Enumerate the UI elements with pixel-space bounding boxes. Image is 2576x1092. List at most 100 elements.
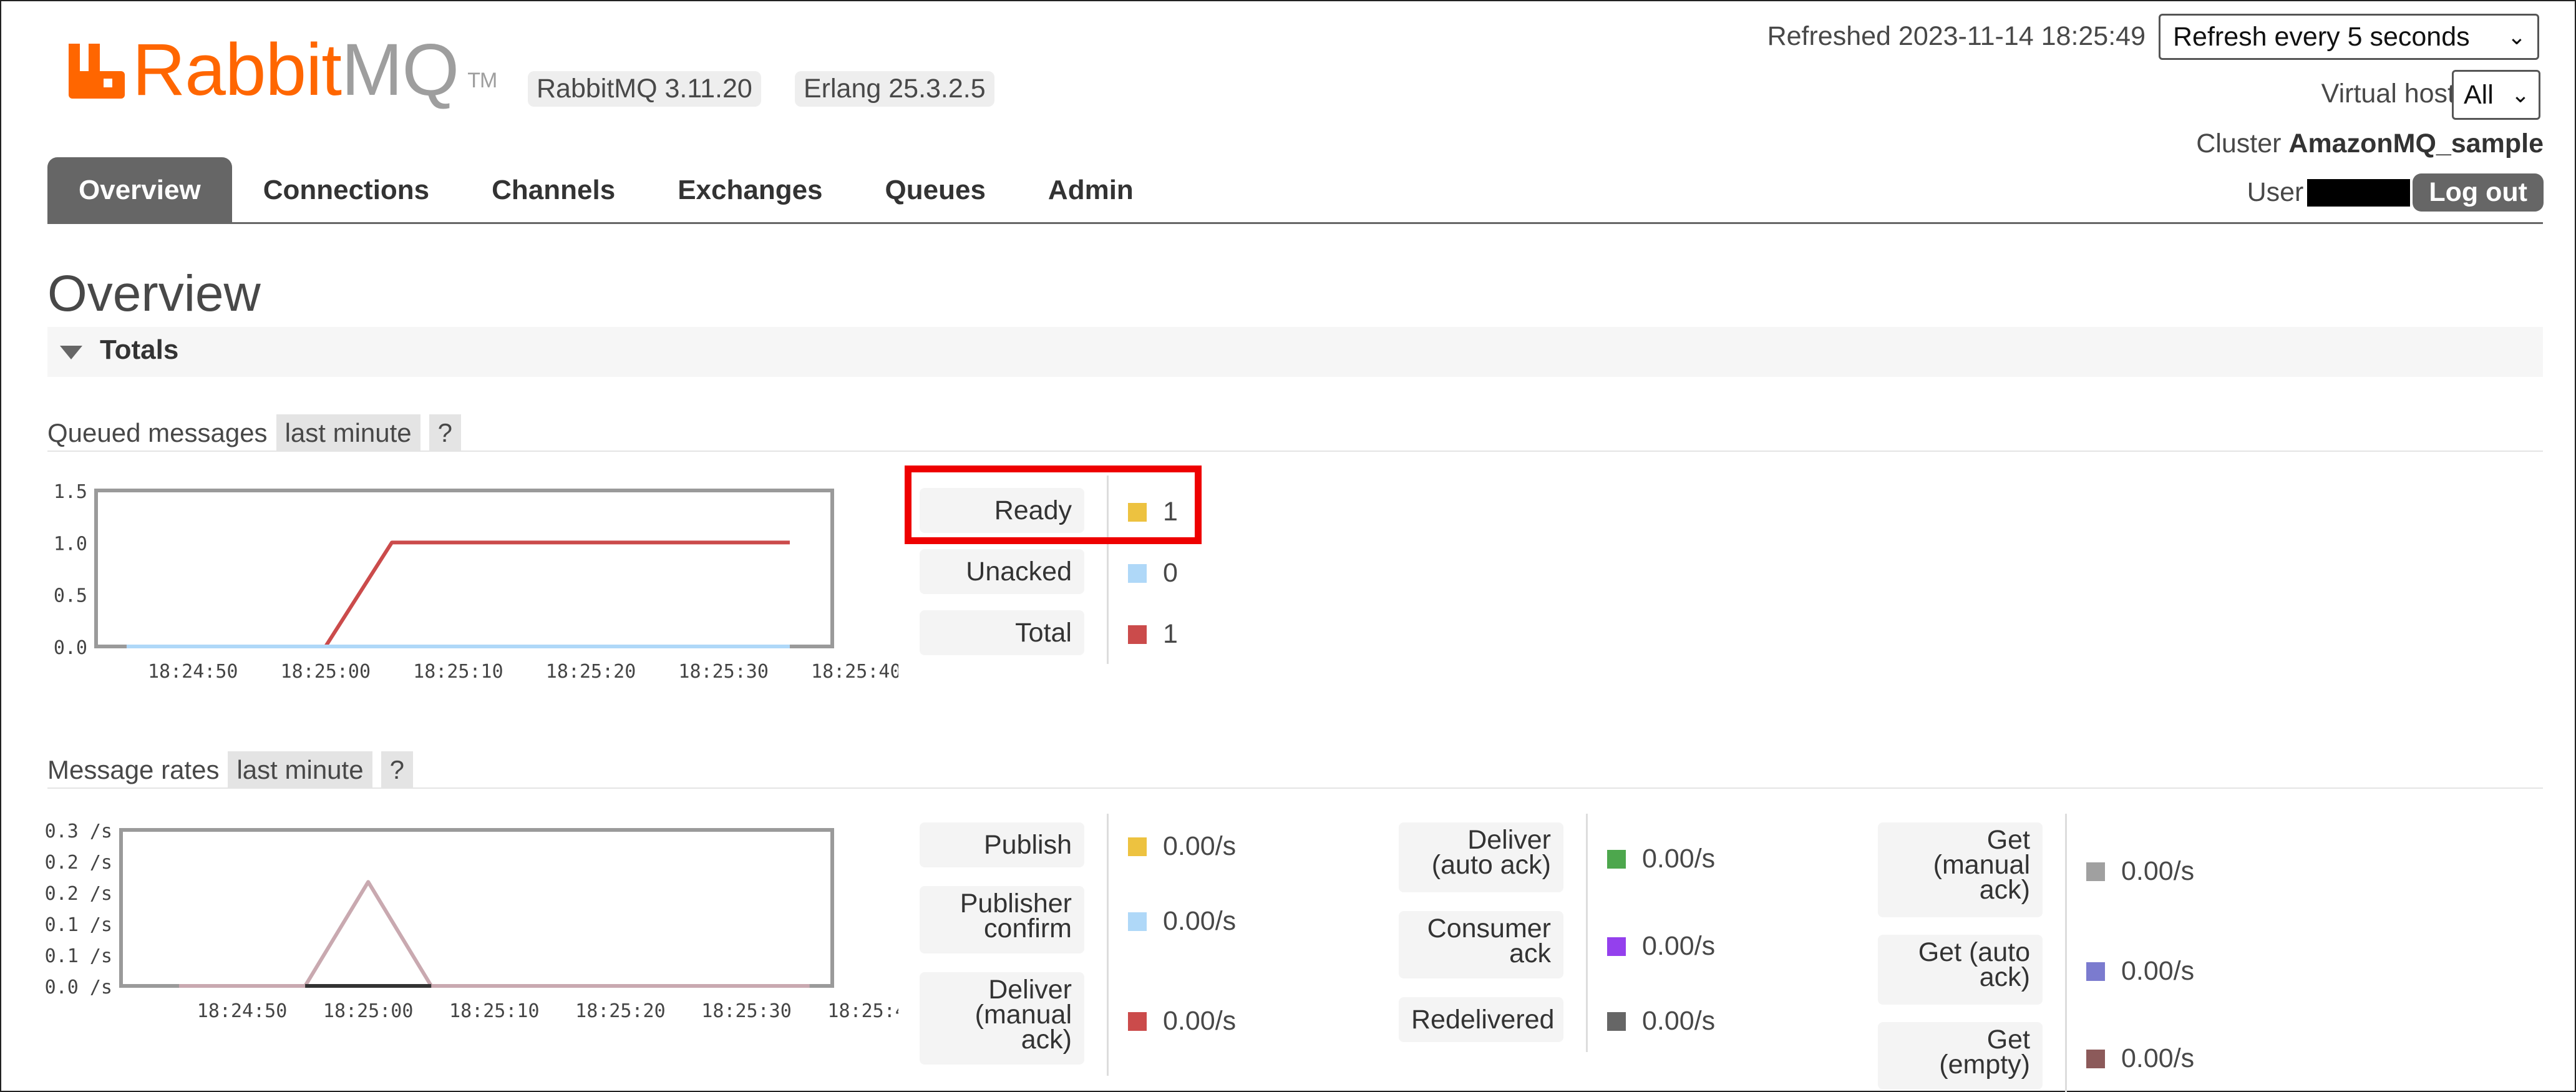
section-divider [47,451,2543,452]
x-tick-label: 18:25:20 [546,661,636,683]
x-tick-label: 18:25:20 [575,1000,666,1022]
queued-messages-label: Queued messages [47,418,268,447]
legend-divider [2065,814,2067,1092]
tab-exchanges[interactable]: Exchanges [646,157,853,223]
rabbitmq-version-badge: RabbitMQ 3.11.20 [528,71,761,107]
cluster-name: AmazonMQ_sample [2288,129,2544,158]
y-tick-label: 0.1 /s [45,914,112,936]
y-tick-label: 0.2 /s [45,883,112,905]
x-tick-label: 18:25:10 [413,661,503,683]
legend-value-redelivered: 0.00/s [1607,1006,1715,1036]
redelivered-swatch [1607,1012,1626,1031]
legend-value-publisher-confirm: 0.00/s [1128,906,1236,937]
redelivered-value: 0.00/s [1642,1006,1716,1036]
virtual-host-label: Virtual host [2321,79,2455,109]
refreshed-timestamp: Refreshed 2023-11-14 18:25:49 [1767,21,2146,51]
legend-label-get-empty: Get (empty) [1878,1022,2043,1090]
x-tick-label: 18:25:30 [678,661,769,683]
legend-label-deliver-auto-ack: Deliver (auto ack) [1399,822,1563,892]
legend-value-total: 1 [1128,619,1178,650]
x-tick-label: 18:24:50 [148,661,238,683]
plot-frame [119,828,834,988]
message-rates-header: Message rates last minute ? [47,751,413,789]
deliver-auto-ack-value: 0.00/s [1642,844,1716,874]
message-rates-chart: 0.3 /s 0.2 /s 0.2 /s 0.1 /s 0.1 /s 0.0 /s 18:2… [37,811,918,1030]
legend-label-total: Total [920,610,1084,655]
legend-value-deliver-auto-ack: 0.00/s [1607,844,1715,874]
y-tick-label: 0.1 /s [45,945,112,967]
tab-admin[interactable]: Admin [1017,157,1165,223]
chevron-down-icon: ⌄ [2510,82,2530,107]
erlang-version-badge: Erlang 25.3.2.5 [795,71,994,107]
y-tick-label: 1.5 [54,481,87,503]
queued-messages-chart: 1.5 1.0 0.5 0.0 18:24:50 18:25:00 18:25:10 18:2… [37,475,902,695]
get-auto-ack-value: 0.00/s [2121,956,2195,986]
totals-label: Totals [100,334,179,365]
x-tick-label: 18:25:00 [281,661,371,683]
x-tick-label: 18:25:30 [701,1000,792,1022]
publish-swatch [1128,837,1147,856]
tab-channels[interactable]: Channels [460,157,646,223]
get-empty-swatch [2086,1049,2105,1068]
consumer-ack-swatch [1607,937,1626,956]
y-tick-label: 0.3 /s [45,821,112,842]
y-tick-label: 0.0 [54,637,87,659]
legend-value-get-manual-ack: 0.00/s [2086,856,2194,887]
queued-messages-chart-svg: 1.5 1.0 0.5 0.0 18:24:50 18:25:00 18:25:10 18:2… [54,481,902,683]
tab-connections[interactable]: Connections [232,157,460,223]
message-rates-label: Message rates [47,755,220,784]
x-tick-label: 18:25:40 [811,661,898,683]
total-value: 1 [1163,619,1178,649]
totals-section-header[interactable] [47,327,2543,377]
x-tick-label: 18:24:50 [197,1000,288,1022]
cluster-label: Cluster [2196,129,2282,158]
legend-divider [1586,814,1588,1052]
x-tick-label: 18:25:00 [323,1000,414,1022]
publish-value: 0.00/s [1163,831,1237,861]
user-info: User Log out [2247,173,2544,212]
user-label: User [2247,177,2304,207]
y-tick-label: 1.0 [54,533,87,555]
virtual-host-value: All [2464,80,2494,110]
nav-divider [47,222,2543,224]
y-tick-label: 0.2 /s [45,852,112,874]
legend-label-get-auto-ack: Get (auto ack) [1878,935,2043,1005]
deliver-manual-ack-swatch [1128,1012,1147,1031]
ready-highlight-box [905,466,1202,544]
rates-range-toggle[interactable]: last minute [228,751,372,789]
logout-button[interactable]: Log out [2413,173,2544,212]
virtual-host-select[interactable]: All ⌄ [2452,70,2540,120]
tab-overview[interactable]: Overview [47,157,232,223]
get-empty-value: 0.00/s [2121,1043,2195,1073]
section-divider [47,787,2543,789]
get-manual-ack-value: 0.00/s [2121,856,2195,886]
publisher-confirm-value: 0.00/s [1163,906,1237,936]
cluster-info: Cluster AmazonMQ_sample [2196,129,2544,159]
get-auto-ack-swatch [2086,962,2105,981]
total-swatch [1128,625,1147,644]
legend-value-get-empty: 0.00/s [2086,1043,2194,1074]
queued-range-toggle[interactable]: last minute [276,414,420,452]
message-rates-chart-svg: 0.3 /s 0.2 /s 0.2 /s 0.1 /s 0.1 /s 0.0 /s 18:2… [45,821,918,1022]
x-tick-label: 18:25:40 [827,1000,898,1022]
queued-help-button[interactable]: ? [429,414,462,452]
legend-value-get-auto-ack: 0.00/s [2086,956,2194,987]
x-tick-label: 18:25:10 [449,1000,540,1022]
chevron-down-icon: ⌄ [2507,24,2526,49]
refresh-interval-value: Refresh every 5 seconds [2173,22,2470,52]
rates-help-button[interactable]: ? [381,751,413,789]
y-tick-label: 0.5 [54,585,87,607]
logo-wordmark: RabbitMQ TM [132,29,497,111]
collapse-triangle-icon[interactable] [60,346,82,359]
legend-label-publish: Publish [920,822,1084,867]
deliver-auto-ack-swatch [1607,849,1626,869]
refresh-interval-select[interactable]: Refresh every 5 seconds ⌄ [2159,14,2539,60]
legend-value-deliver-manual-ack: 0.00/s [1128,1006,1236,1036]
unacked-swatch [1128,563,1147,583]
legend-label-redelivered: Redelivered [1399,997,1563,1042]
unacked-value: 0 [1163,558,1178,588]
tab-queues[interactable]: Queues [854,157,1017,223]
queued-messages-header: Queued messages last minute ? [47,414,462,452]
legend-value-publish: 0.00/s [1128,831,1236,862]
legend-label-deliver-manual-ack: Deliver (manual ack) [920,972,1084,1065]
